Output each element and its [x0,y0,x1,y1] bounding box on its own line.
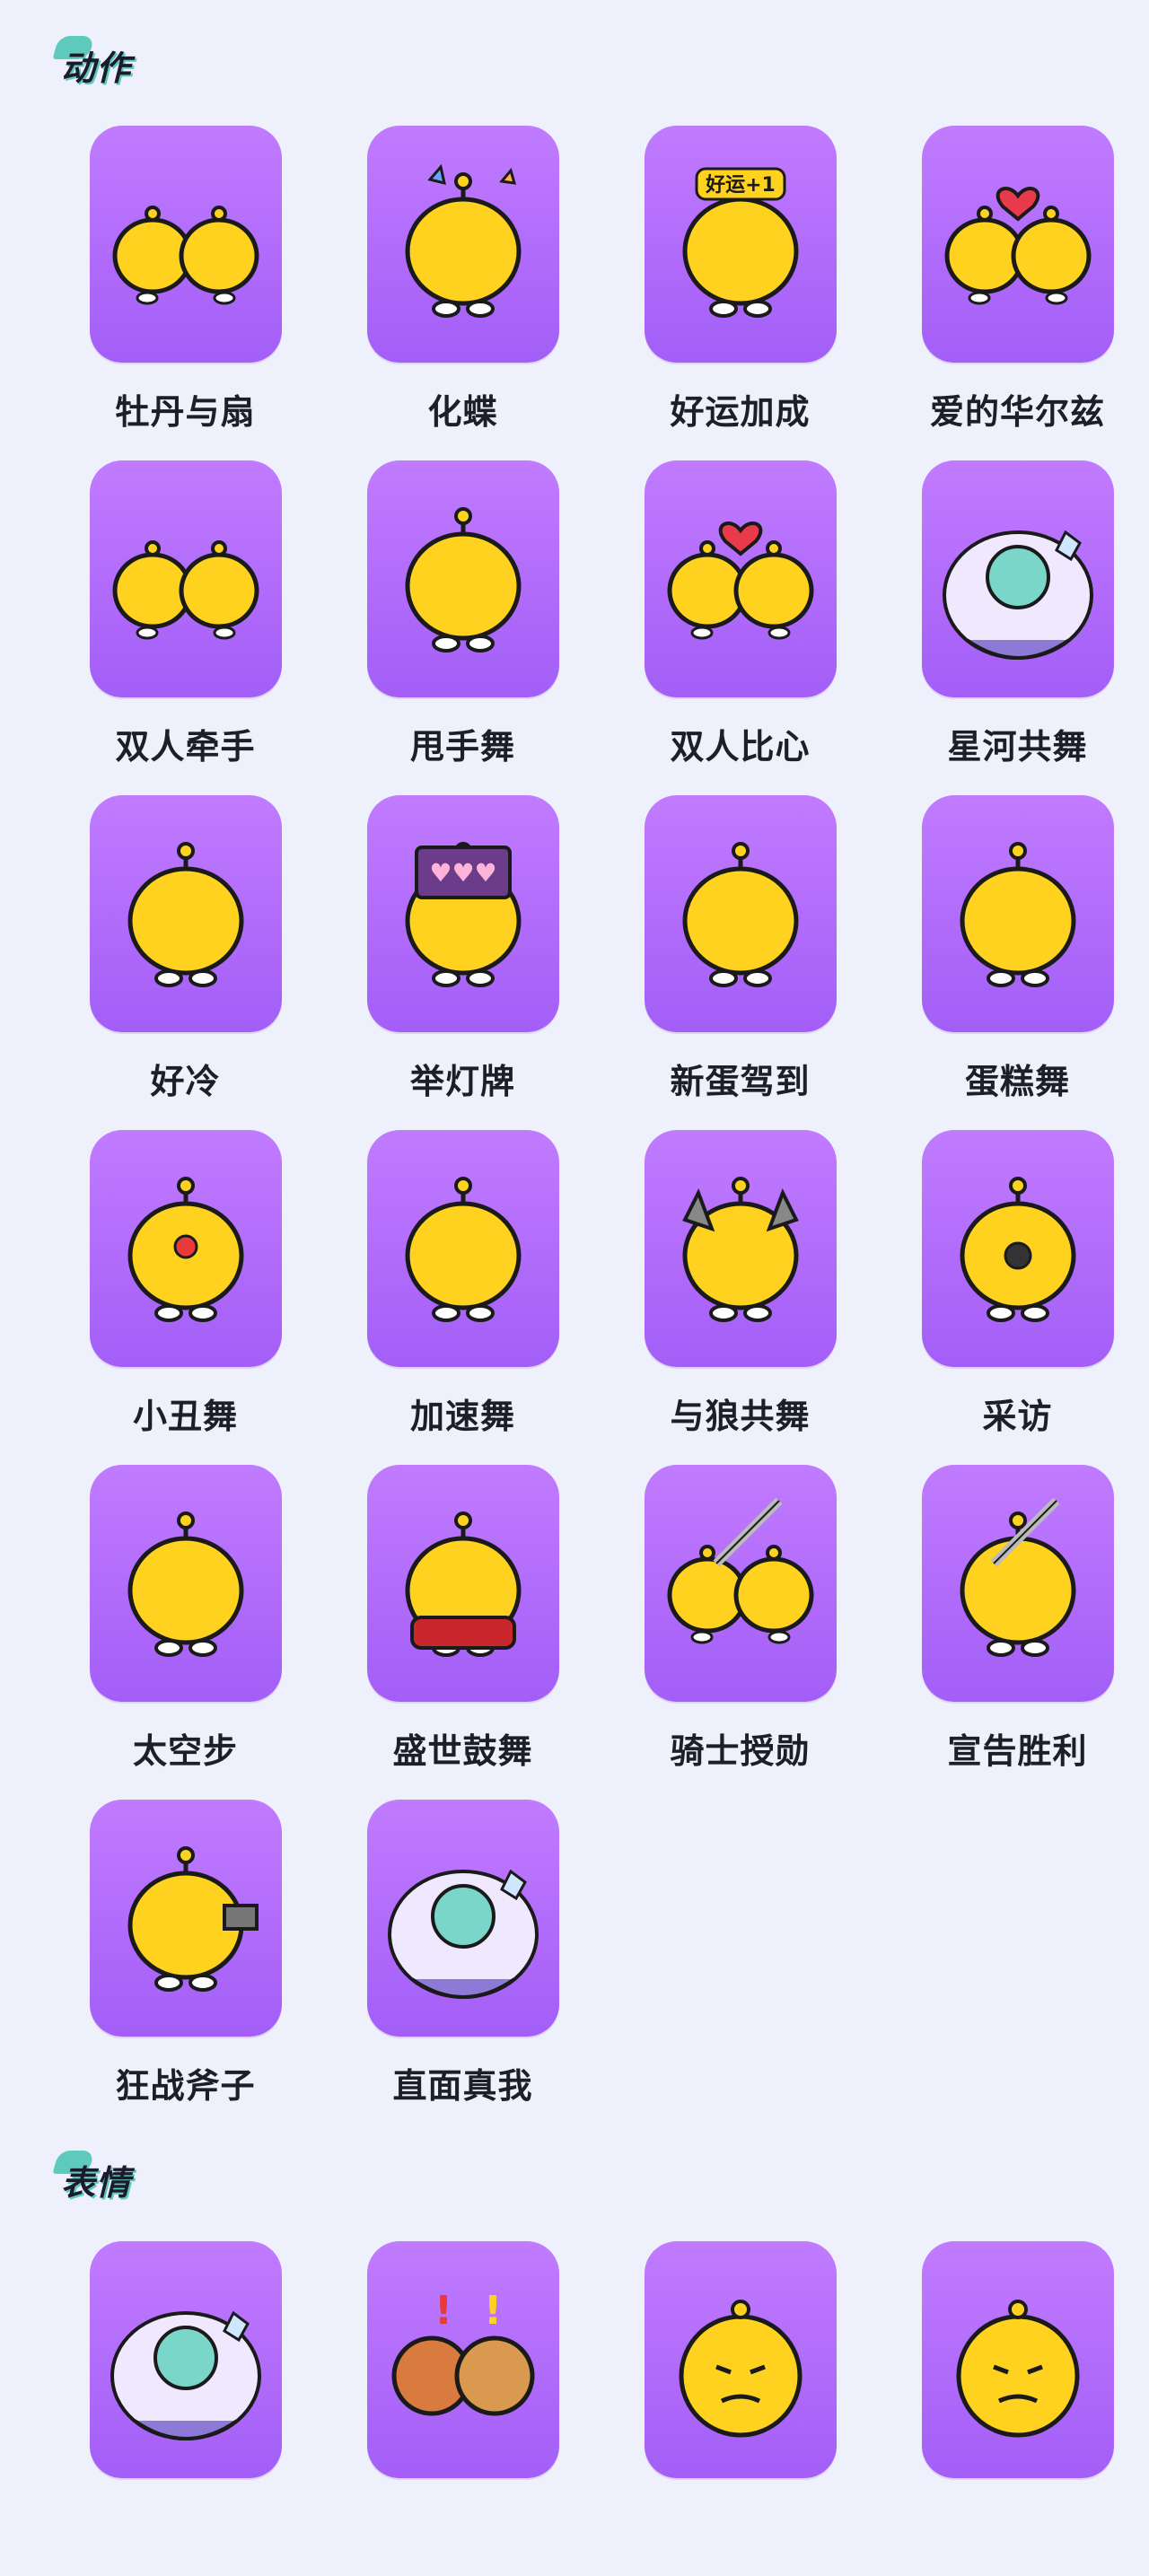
sticker-label: 牡丹与扇 [115,392,256,432]
chick-butterfly-icon[interactable] [366,126,559,363]
sticker-item[interactable]: 甩手舞 [324,460,601,795]
sticker-label: 加速舞 [409,1397,515,1436]
chick-luck-icon[interactable]: 好运+1 [644,126,837,363]
section-title-expressions: 表情 [52,2151,131,2208]
chick-arm-swing-icon[interactable] [366,460,559,697]
sticker-item[interactable]: 采访 [879,1130,1149,1465]
chick-microphone-icon[interactable] [921,1130,1114,1367]
sticker-item[interactable] [47,2241,324,2576]
section-title-text: 表情 [61,2162,132,2203]
sticker-label: 举灯牌 [409,1062,515,1101]
svg-text:!: ! [484,2288,502,2334]
chick-cold-icon[interactable] [89,795,282,1032]
sticker-item[interactable]: 爱的华尔兹 [879,126,1149,460]
sticker-label: 骑士授勋 [670,1731,811,1771]
sticker-label: 好运加成 [670,392,811,432]
svg-text:好运+1: 好运+1 [705,173,776,197]
sticker-item[interactable]: 星河共舞 [879,460,1149,795]
sticker-label: 蛋糕舞 [964,1062,1070,1101]
section-title-actions: 动作 [52,36,131,93]
sticker-item[interactable]: 骑士授勋 [601,1465,879,1800]
sticker-item[interactable] [879,2241,1149,2576]
sticker-label: 小丑舞 [132,1397,238,1436]
bears-exclaim-icon[interactable]: ! ! [366,2241,559,2478]
chick-wolf-icon[interactable] [644,1130,837,1367]
sticker-label: 新蛋驾到 [670,1062,811,1101]
sticker-label: 宣告胜利 [947,1731,1088,1771]
sticker-item[interactable]: 好冷 [47,795,324,1130]
chick-axe-icon[interactable] [89,1800,282,2037]
sticker-item[interactable]: 化蝶 [324,126,601,460]
sticker-item[interactable]: 小丑舞 [47,1130,324,1465]
svg-text:♥♥♥: ♥♥♥ [429,858,496,888]
chick-cake-dance-icon[interactable] [921,795,1114,1032]
sticker-label: 与狼共舞 [670,1397,811,1436]
hero-peacock-icon[interactable] [89,2241,282,2478]
sticker-label: 直面真我 [392,2066,533,2106]
sticker-label: 盛世鼓舞 [392,1731,533,1771]
action-grid: 牡丹与扇 化蝶 好运+1 好运加成 爱的华尔兹 双人牵手 甩手舞 双人比心 星河共… [47,126,1114,2134]
chick-new-egg-icon[interactable] [644,795,837,1032]
chick-fan-icon[interactable] [89,126,282,363]
sticker-item[interactable]: 宣告胜利 [879,1465,1149,1800]
sticker-label: 爱的华尔兹 [929,392,1105,432]
chick-galaxy-dance-icon[interactable] [921,460,1114,697]
sticker-label: 化蝶 [427,392,498,432]
sticker-label: 双人比心 [670,727,811,767]
chick-speed-icon[interactable] [366,1130,559,1367]
sticker-item[interactable]: 新蛋驾到 [601,795,879,1130]
sticker-item[interactable]: ♥♥♥ 举灯牌 [324,795,601,1130]
sticker-item[interactable]: 狂战斧子 [47,1800,324,2134]
chick-double-heart-icon[interactable] [644,460,837,697]
chick-drum-icon[interactable] [366,1465,559,1702]
chick-hand-hold-icon[interactable] [89,460,282,697]
chick-party-horn-icon[interactable] [921,2241,1114,2478]
sticker-item[interactable]: 太空步 [47,1465,324,1800]
sticker-label: 太空步 [132,1731,238,1771]
sticker-label: 采访 [982,1397,1053,1436]
sticker-label: 好冷 [150,1062,221,1101]
svg-text:!: ! [434,2288,452,2334]
sticker-item[interactable]: 加速舞 [324,1130,601,1465]
sticker-item[interactable]: 直面真我 [324,1800,601,2134]
sticker-label: 双人牵手 [115,727,256,767]
expression-grid: ! ! [47,2241,1114,2576]
sticker-item[interactable]: 好运+1 好运加成 [601,126,879,460]
chick-smug-face-icon[interactable] [644,2241,837,2478]
sticker-item[interactable]: 与狼共舞 [601,1130,879,1465]
chick-heart-waltz-icon[interactable] [921,126,1114,363]
chick-victory-sword-icon[interactable] [921,1465,1114,1702]
sticker-item[interactable]: 盛世鼓舞 [324,1465,601,1800]
sticker-item[interactable]: 蛋糕舞 [879,795,1149,1130]
sticker-label: 星河共舞 [947,727,1088,767]
sticker-label: 狂战斧子 [115,2066,256,2106]
chick-moonwalk-icon[interactable] [89,1465,282,1702]
hero-crystal-icon[interactable] [366,1800,559,2037]
sticker-item[interactable]: ! ! [324,2241,601,2576]
chick-knight-icon[interactable] [644,1465,837,1702]
sticker-label: 甩手舞 [409,727,515,767]
sticker-item[interactable] [601,2241,879,2576]
chick-light-sign-icon[interactable]: ♥♥♥ [366,795,559,1032]
sticker-item[interactable]: 牡丹与扇 [47,126,324,460]
section-title-text: 动作 [61,48,132,88]
chick-clown-icon[interactable] [89,1130,282,1367]
sticker-item[interactable]: 双人比心 [601,460,879,795]
sticker-item[interactable]: 双人牵手 [47,460,324,795]
